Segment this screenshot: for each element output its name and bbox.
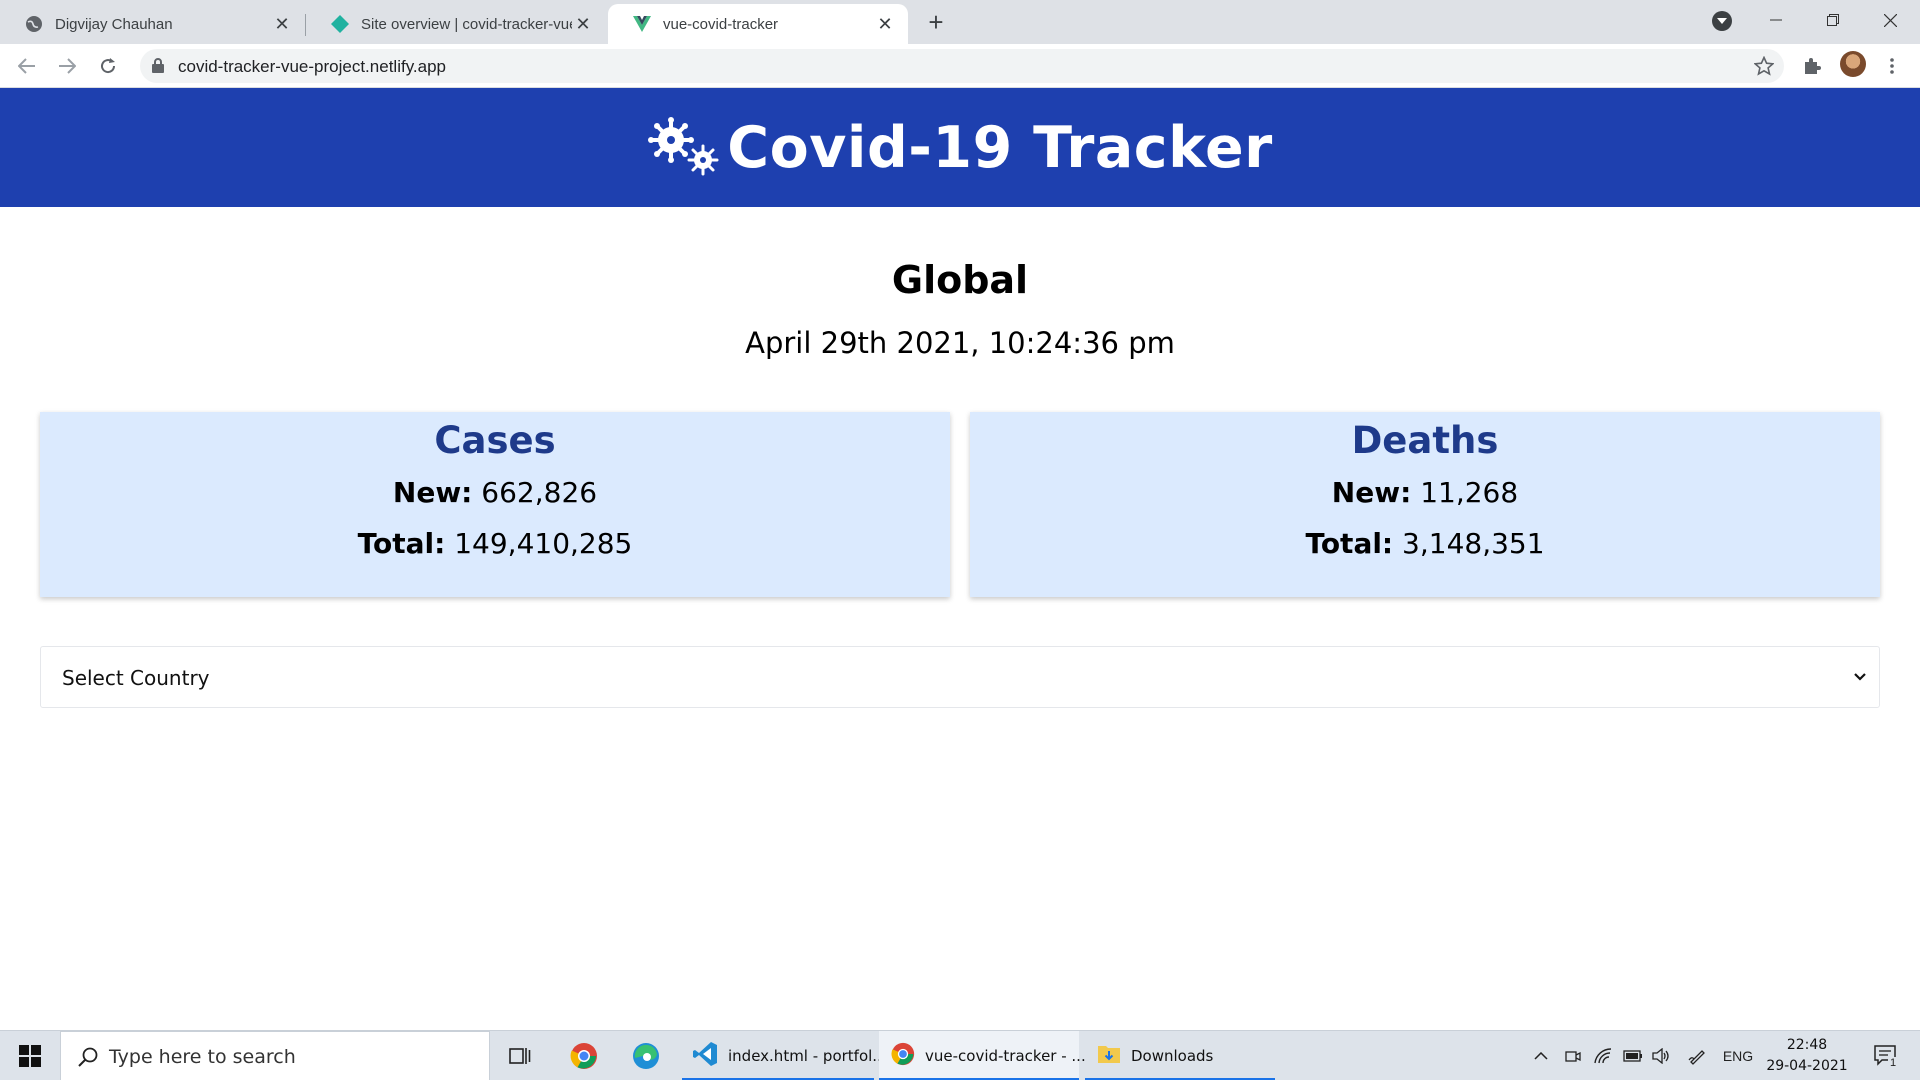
lock-icon — [152, 58, 164, 78]
url-text: covid-tracker-vue-project.netlify.app — [178, 57, 447, 76]
windows-start-icon[interactable] — [0, 1031, 60, 1080]
total-label: Total: — [1305, 527, 1394, 560]
meet-icon[interactable] — [1560, 1031, 1586, 1080]
taskbar-app-label: Downloads — [1131, 1047, 1214, 1065]
new-cases: New: 662,826 — [40, 476, 950, 509]
taskbar-app-label: index.html - portfol... — [728, 1047, 887, 1065]
tab-title: Digvijay Chauhan — [55, 15, 173, 33]
country-select-value: Select Country — [62, 666, 210, 690]
site-title-text: Covid-19 Tracker — [727, 114, 1273, 181]
total-value: 3,148,351 — [1402, 527, 1545, 560]
chrome-taskbar-icon[interactable] — [562, 1031, 606, 1080]
new-tab-button[interactable]: + — [922, 7, 950, 37]
country-select[interactable]: Select Country — [40, 646, 1880, 708]
taskbar-app-chrome[interactable]: vue-covid-tracker - ... — [879, 1031, 1086, 1080]
total-label: Total: — [357, 527, 446, 560]
new-label: New: — [392, 476, 473, 509]
clock-date: 29-04-2021 — [1766, 1058, 1848, 1074]
wifi-icon[interactable] — [1590, 1031, 1616, 1080]
globe-icon — [25, 15, 43, 33]
total-deaths: Total: 3,148,351 — [970, 527, 1880, 560]
chrome-icon — [891, 1042, 915, 1071]
close-icon[interactable]: ✕ — [572, 13, 594, 35]
battery-icon[interactable] — [1620, 1031, 1646, 1080]
close-icon[interactable]: ✕ — [271, 13, 293, 35]
netlify-icon — [331, 15, 349, 33]
volume-icon[interactable] — [1648, 1031, 1674, 1080]
new-value: 662,826 — [481, 476, 598, 509]
forward-icon[interactable] — [53, 52, 81, 80]
deaths-card: Deaths New: 11,268 Total: 3,148,351 — [970, 412, 1880, 597]
taskbar: Type here to search index.html - portfol… — [0, 1030, 1920, 1080]
close-icon[interactable]: ✕ — [874, 13, 896, 35]
tab-site-overview[interactable]: Site overview | covid-tracker-vue ✕ — [306, 4, 606, 44]
language-indicator[interactable]: ENG — [1720, 1031, 1756, 1080]
total-cases: Total: 149,410,285 — [40, 527, 950, 560]
tab-search-icon[interactable] — [1712, 11, 1732, 31]
restore-icon[interactable] — [1805, 0, 1861, 40]
tab-vue-covid-tracker[interactable]: vue-covid-tracker ✕ — [608, 4, 908, 44]
tab-title: vue-covid-tracker — [663, 15, 779, 33]
edge-icon[interactable] — [624, 1031, 668, 1080]
stats-date: April 29th 2021, 10:24:36 pm — [745, 326, 1175, 360]
reload-icon[interactable] — [94, 52, 122, 80]
vscode-icon — [692, 1041, 718, 1072]
minimize-icon[interactable] — [1748, 0, 1804, 40]
search-icon — [77, 1046, 99, 1073]
extensions-icon[interactable] — [1800, 54, 1824, 78]
cases-card: Cases New: 662,826 Total: 149,410,285 — [40, 412, 950, 597]
chevron-up-icon[interactable] — [1528, 1031, 1554, 1080]
taskbar-app-label: vue-covid-tracker - ... — [925, 1047, 1086, 1065]
browser-toolbar: covid-tracker-vue-project.netlify.app — [0, 44, 1920, 88]
total-value: 149,410,285 — [454, 527, 633, 560]
card-title: Cases — [434, 419, 556, 462]
address-bar[interactable]: covid-tracker-vue-project.netlify.app — [140, 49, 1784, 83]
card-title: Deaths — [1351, 419, 1499, 462]
site-title: Covid-19 Tracker — [647, 115, 1272, 181]
notification-badge: 1 — [1888, 1057, 1899, 1069]
region-title: Global — [891, 258, 1029, 302]
taskbar-app-downloads[interactable]: Downloads — [1085, 1031, 1275, 1080]
profile-avatar[interactable] — [1840, 51, 1866, 77]
bookmark-star-icon[interactable] — [1753, 55, 1775, 81]
tab-digvijay[interactable]: Digvijay Chauhan ✕ — [0, 4, 305, 44]
tab-strip: Digvijay Chauhan ✕ Site overview | covid… — [0, 0, 1920, 44]
vue-icon — [633, 15, 651, 33]
new-label: New: — [1331, 476, 1412, 509]
system-clock[interactable]: 22:48 29-04-2021 — [1752, 1035, 1862, 1077]
taskbar-app-vscode[interactable]: index.html - portfol... — [682, 1031, 887, 1080]
new-value: 11,268 — [1420, 476, 1519, 509]
pen-icon[interactable] — [1684, 1031, 1710, 1080]
task-view-icon[interactable] — [500, 1031, 540, 1080]
notifications-icon[interactable]: 1 — [1866, 1031, 1906, 1080]
menu-icon[interactable] — [1880, 54, 1904, 78]
site-header: Covid-19 Tracker — [0, 88, 1920, 207]
search-placeholder: Type here to search — [109, 1046, 296, 1068]
back-icon[interactable] — [13, 52, 41, 80]
virus-icon — [647, 116, 725, 180]
folder-icon — [1097, 1043, 1121, 1070]
new-deaths: New: 11,268 — [970, 476, 1880, 509]
chevron-down-icon — [1853, 669, 1867, 687]
taskbar-search-input[interactable]: Type here to search — [60, 1031, 490, 1080]
clock-time: 22:48 — [1786, 1037, 1828, 1053]
tab-title: Site overview | covid-tracker-vue — [361, 15, 572, 33]
close-window-icon[interactable] — [1862, 0, 1918, 40]
